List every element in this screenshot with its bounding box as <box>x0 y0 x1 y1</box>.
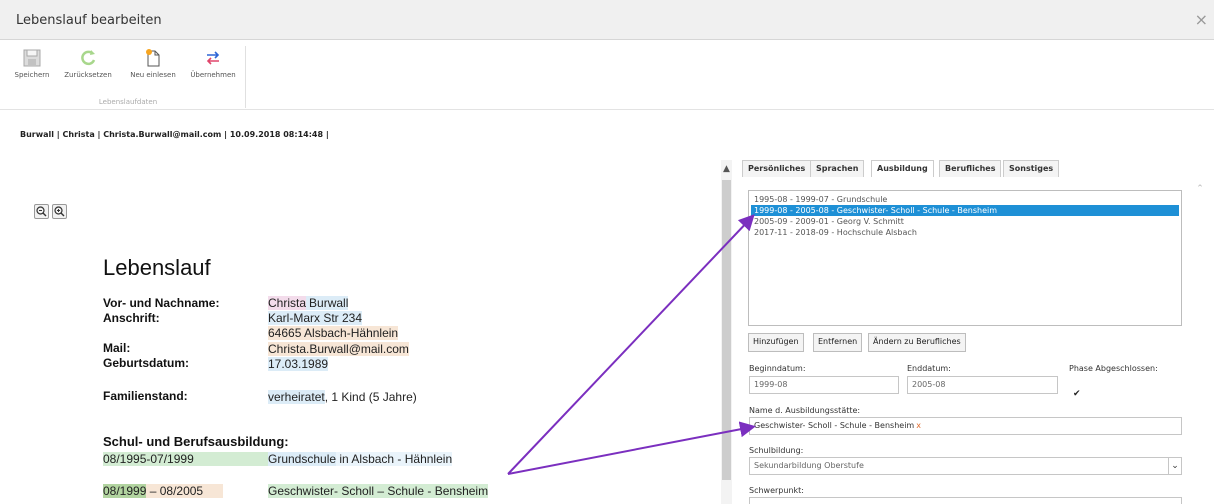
schooling-selected-value: Sekundarbildung Oberstufe <box>754 461 864 470</box>
arrow-to-institution-field <box>507 421 756 475</box>
label-mail: Mail: <box>103 341 131 355</box>
institution-input[interactable]: Geschwister- Scholl - Schule - Bensheim x <box>749 417 1182 435</box>
value-edu2-date-end: – 08/2005 <box>146 484 204 498</box>
list-item[interactable]: 1995-08 - 1999-07 - Grundschule <box>751 194 1179 205</box>
scroll-up-icon[interactable]: ▲ <box>721 164 732 174</box>
tab-personal[interactable]: Persönliches <box>742 160 812 177</box>
value-edu1-date-text: 08/1995-07/1999 <box>103 452 194 466</box>
value-family-rest: , 1 Kind (5 Jahre) <box>324 390 417 404</box>
phase-completed-label: Phase Abgeschlossen: <box>1069 364 1158 373</box>
form-scrollbar[interactable]: ⌃ <box>1194 180 1206 504</box>
value-birthdate: 17.03.1989 <box>268 357 329 371</box>
value-edu1-rest: in Alsbach - Hähnlein <box>336 452 453 466</box>
value-street: Karl-Marx Str 234 <box>268 311 363 325</box>
value-last-name: Burwall <box>306 296 349 310</box>
apply-button[interactable]: Übernehmen <box>184 46 242 79</box>
reset-label: Zurücksetzen <box>64 71 112 79</box>
new-document-icon <box>146 49 160 67</box>
close-icon[interactable]: × <box>1195 10 1208 29</box>
institution-label: Name d. Ausbildungsstätte: <box>749 406 861 415</box>
remove-button[interactable]: Entfernen <box>813 333 863 352</box>
institution-tag: Geschwister- Scholl - Schule - Bensheim <box>754 421 915 430</box>
zoom-out-icon <box>36 206 47 217</box>
label-name: Vor- und Nachname: <box>103 296 220 310</box>
ribbon-group: Speichern Zurücksetzen Neu einlesen Über… <box>10 46 246 108</box>
label-address: Anschrift: <box>103 311 160 325</box>
value-mail: Christa.Burwall@mail.com <box>268 342 409 356</box>
value-first-name: Christa <box>268 296 307 310</box>
phase-completed-checkbox[interactable]: ✔ <box>1073 389 1083 399</box>
zoom-in-button[interactable] <box>52 204 67 219</box>
tab-other[interactable]: Sonstiges <box>1003 160 1060 177</box>
save-icon <box>23 49 41 67</box>
zoom-in-icon <box>54 206 65 217</box>
value-family-highlight: verheiratet <box>268 390 325 404</box>
list-item[interactable]: 2005-09 - 2009-01 - Georg V. Schmitt <box>751 216 1179 227</box>
schooling-label: Schulbildung: <box>749 446 804 455</box>
tab-professional[interactable]: Berufliches <box>939 160 1002 177</box>
end-date-input[interactable]: 2005-08 <box>907 376 1058 394</box>
title-bar: Lebenslauf bearbeiten × <box>0 0 1214 40</box>
value-edu2-date-start: 08/1999 <box>103 484 147 498</box>
value-edu2-school: Geschwister- Scholl – Schule - Bensheim <box>268 484 489 498</box>
value-full-name: Christa Burwall <box>268 296 349 310</box>
focus-label: Schwerpunkt: <box>749 486 804 495</box>
change-to-professional-button[interactable]: Ändern zu Berufliches <box>868 333 966 352</box>
document-scrollbar[interactable]: ▲ <box>721 160 732 504</box>
save-label: Speichern <box>14 71 50 79</box>
scroll-up-icon[interactable]: ⌃ <box>1194 184 1206 194</box>
focus-input[interactable] <box>749 497 1182 504</box>
remove-tag-icon[interactable]: x <box>916 421 921 430</box>
value-edu2-date: 08/1999 – 08/2005 <box>103 484 223 498</box>
value-edu1-school-name: Grundschule <box>268 452 337 466</box>
label-birthdate: Geburtsdatum: <box>103 356 190 370</box>
document-title: Lebenslauf <box>103 255 211 280</box>
add-button[interactable]: Hinzufügen <box>748 333 804 352</box>
value-edu1-date: 08/1995-07/1999 <box>103 452 268 466</box>
ribbon-toolbar: Speichern Zurücksetzen Neu einlesen Über… <box>0 40 1214 110</box>
scrollbar-thumb[interactable] <box>722 180 731 480</box>
end-date-label: Enddatum: <box>907 364 951 373</box>
zoom-out-button[interactable] <box>34 204 49 219</box>
save-button[interactable]: Speichern <box>8 46 56 79</box>
tab-education[interactable]: Ausbildung <box>871 160 934 177</box>
ribbon-group-label: Lebenslaufdaten <box>98 98 158 106</box>
apply-label: Übernehmen <box>190 71 236 79</box>
value-family-status: verheiratet, 1 Kind (5 Jahre) <box>268 390 417 404</box>
label-education: Schul- und Berufsausbildung: <box>103 434 289 449</box>
window-title: Lebenslauf bearbeiten <box>16 13 162 28</box>
list-item[interactable]: 2017-11 - 2018-09 - Hochschule Alsbach <box>751 227 1179 238</box>
tab-languages[interactable]: Sprachen <box>810 160 865 177</box>
value-edu1-school: Grundschule in Alsbach - Hähnlein <box>268 452 453 466</box>
begin-date-input[interactable]: 1999-08 <box>749 376 899 394</box>
list-item-selected[interactable]: 1999-08 - 2005-08 - Geschwister- Scholl … <box>751 205 1179 216</box>
label-family-status: Familienstand: <box>103 389 188 403</box>
record-info-line: Burwall | Christa | Christa.Burwall@mail… <box>20 130 329 139</box>
reset-icon <box>81 50 96 66</box>
reset-button[interactable]: Zurücksetzen <box>60 46 116 79</box>
begin-date-label: Beginndatum: <box>749 364 806 373</box>
arrow-to-list-item <box>507 214 755 475</box>
reload-label: Neu einlesen <box>130 71 176 79</box>
chevron-down-icon[interactable]: ⌄ <box>1168 458 1181 474</box>
value-city: 64665 Alsbach-Hähnlein <box>268 326 399 340</box>
schooling-select[interactable]: Sekundarbildung Oberstufe ⌄ <box>749 457 1182 475</box>
education-list[interactable]: 1995-08 - 1999-07 - Grundschule 1999-08 … <box>748 190 1182 326</box>
swap-arrows-icon <box>206 51 220 65</box>
reload-button[interactable]: Neu einlesen <box>126 46 180 79</box>
